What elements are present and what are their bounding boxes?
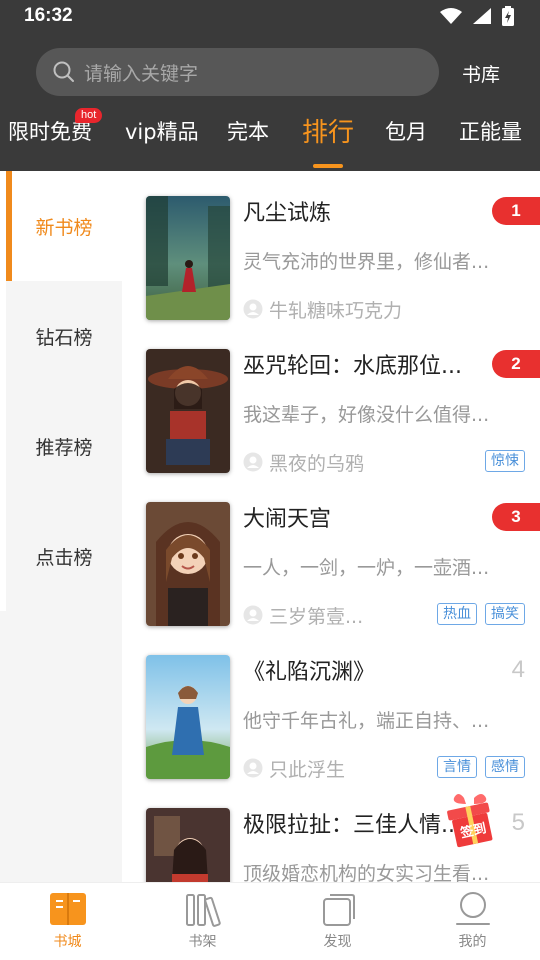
book-cover[interactable] [146,808,230,882]
book-cover[interactable] [146,349,230,473]
active-indicator [6,171,12,281]
sidebar-item-new-books[interactable]: 新书榜 [6,171,122,281]
book-item[interactable]: 大闹天宫 3 一人，一剑，一炉，一壶酒... 三岁第壹... 热血 搞笑 [122,477,540,630]
sidebar-item-label: 推荐榜 [35,436,93,459]
sidebar-item-recommend[interactable]: 推荐榜 [6,391,122,501]
book-title: 《礼陷沉渊》 [243,660,376,685]
nav-label: 我的 [458,934,487,950]
genre-tag[interactable]: 搞笑 [485,603,525,625]
rank-badge: 1 [492,197,540,225]
status-time: 16:32 [24,5,73,26]
book-open-icon [49,893,86,925]
status-icons [440,6,514,26]
author-icon [243,758,263,778]
search-input[interactable]: 请输入关键字 [36,48,439,96]
book-tags: 惊悚 [485,450,525,472]
book-tags: 热血 搞笑 [437,603,525,625]
book-item[interactable]: 巫咒轮回：水底那位... 2 我这辈子，好像没什么值得... 黑夜的乌鸦 惊悚 [122,324,540,477]
library-link[interactable]: 书库 [462,60,500,87]
book-cover[interactable] [146,196,230,320]
rank-badge: 3 [492,503,540,531]
rank-number: 5 [511,809,525,836]
rank-number: 4 [511,656,525,683]
battery-icon [502,6,514,26]
checkin-gift-button[interactable]: 签到 [444,792,500,850]
book-author: 只此浮生 [269,759,346,781]
genre-tag[interactable]: 热血 [437,603,477,625]
signal-icon [473,8,491,24]
book-list[interactable]: 凡尘试炼 1 灵气充沛的世界里，修仙者... 牛轧糖味巧克力 巫咒轮回：水底那位… [122,171,540,882]
rank-badge: 2 [492,350,540,378]
book-description: 灵气充沛的世界里，修仙者... [243,251,490,273]
genre-tag[interactable]: 感情 [485,756,525,778]
nav-profile[interactable]: 我的 [405,883,540,960]
book-tags: 言情 感情 [437,756,525,778]
profile-icon [455,892,490,925]
gift-bow-icon [474,794,487,804]
book-author: 黑夜的乌鸦 [269,453,365,475]
tab-underline [313,164,343,168]
nav-label: 发现 [323,934,352,950]
book-item[interactable]: 《礼陷沉渊》 4 他守千年古礼，端正自持、... 只此浮生 言情 感情 [122,630,540,783]
book-description: 他守千年古礼，端正自持、... [243,710,490,732]
book-item[interactable]: 凡尘试炼 1 灵气充沛的世界里，修仙者... 牛轧糖味巧克力 [122,171,540,324]
book-description: 顶级婚恋机构的女实习生看... [243,863,490,882]
bottom-nav: 书城 书架 发现 我的 [0,882,540,960]
genre-tag[interactable]: 惊悚 [485,450,525,472]
book-author: 牛轧糖味巧克力 [269,300,403,322]
discover-icon [322,894,355,926]
tab-completed[interactable]: 完本 [227,116,269,146]
author-icon [243,605,263,625]
wifi-icon [440,8,462,24]
ranking-sidebar: 新书榜 钻石榜 推荐榜 点击榜 [6,171,122,611]
sidebar-background [0,611,122,882]
category-tabs: 限时免费 hot vip精品 完本 排行 包月 正能量 [0,108,540,171]
nav-label: 书架 [188,934,217,950]
book-title: 巫咒轮回：水底那位... [243,354,462,379]
sidebar-item-label: 新书榜 [35,216,93,239]
book-title: 大闹天宫 [243,507,332,532]
genre-tag[interactable]: 言情 [437,756,477,778]
bookshelf-icon [185,894,221,927]
search-icon [53,61,74,82]
book-title: 极限拉扯：三佳人情... [243,813,462,838]
sidebar-item-clicks[interactable]: 点击榜 [6,501,122,611]
tab-positive-energy[interactable]: 正能量 [459,116,522,146]
book-title: 凡尘试炼 [243,201,332,226]
sidebar-item-label: 钻石榜 [35,326,93,349]
hot-badge: hot [75,108,103,123]
gift-bow-icon [453,794,466,804]
tab-monthly[interactable]: 包月 [385,116,427,146]
book-description: 我这辈子，好像没什么值得... [243,404,490,426]
nav-bookstore[interactable]: 书城 [0,883,135,960]
author-icon [243,452,263,472]
sidebar-item-label: 点击榜 [35,546,93,569]
header: 请输入关键字 书库 限时免费 hot vip精品 完本 排行 包月 正能量 [0,34,540,171]
sidebar-item-diamond[interactable]: 钻石榜 [6,281,122,391]
book-cover[interactable] [146,502,230,626]
nav-label: 书城 [53,934,82,950]
author-icon [243,299,263,319]
nav-bookshelf[interactable]: 书架 [135,883,270,960]
status-bar: 16:32 [0,0,540,34]
tab-vip[interactable]: vip精品 [125,116,199,146]
tab-ranking[interactable]: 排行 [302,112,354,149]
book-description: 一人，一剑，一炉，一壶酒... [243,557,490,579]
nav-discover[interactable]: 发现 [270,883,405,960]
search-placeholder: 请输入关键字 [84,62,199,85]
book-cover[interactable] [146,655,230,779]
book-author: 三岁第壹... [269,606,364,628]
